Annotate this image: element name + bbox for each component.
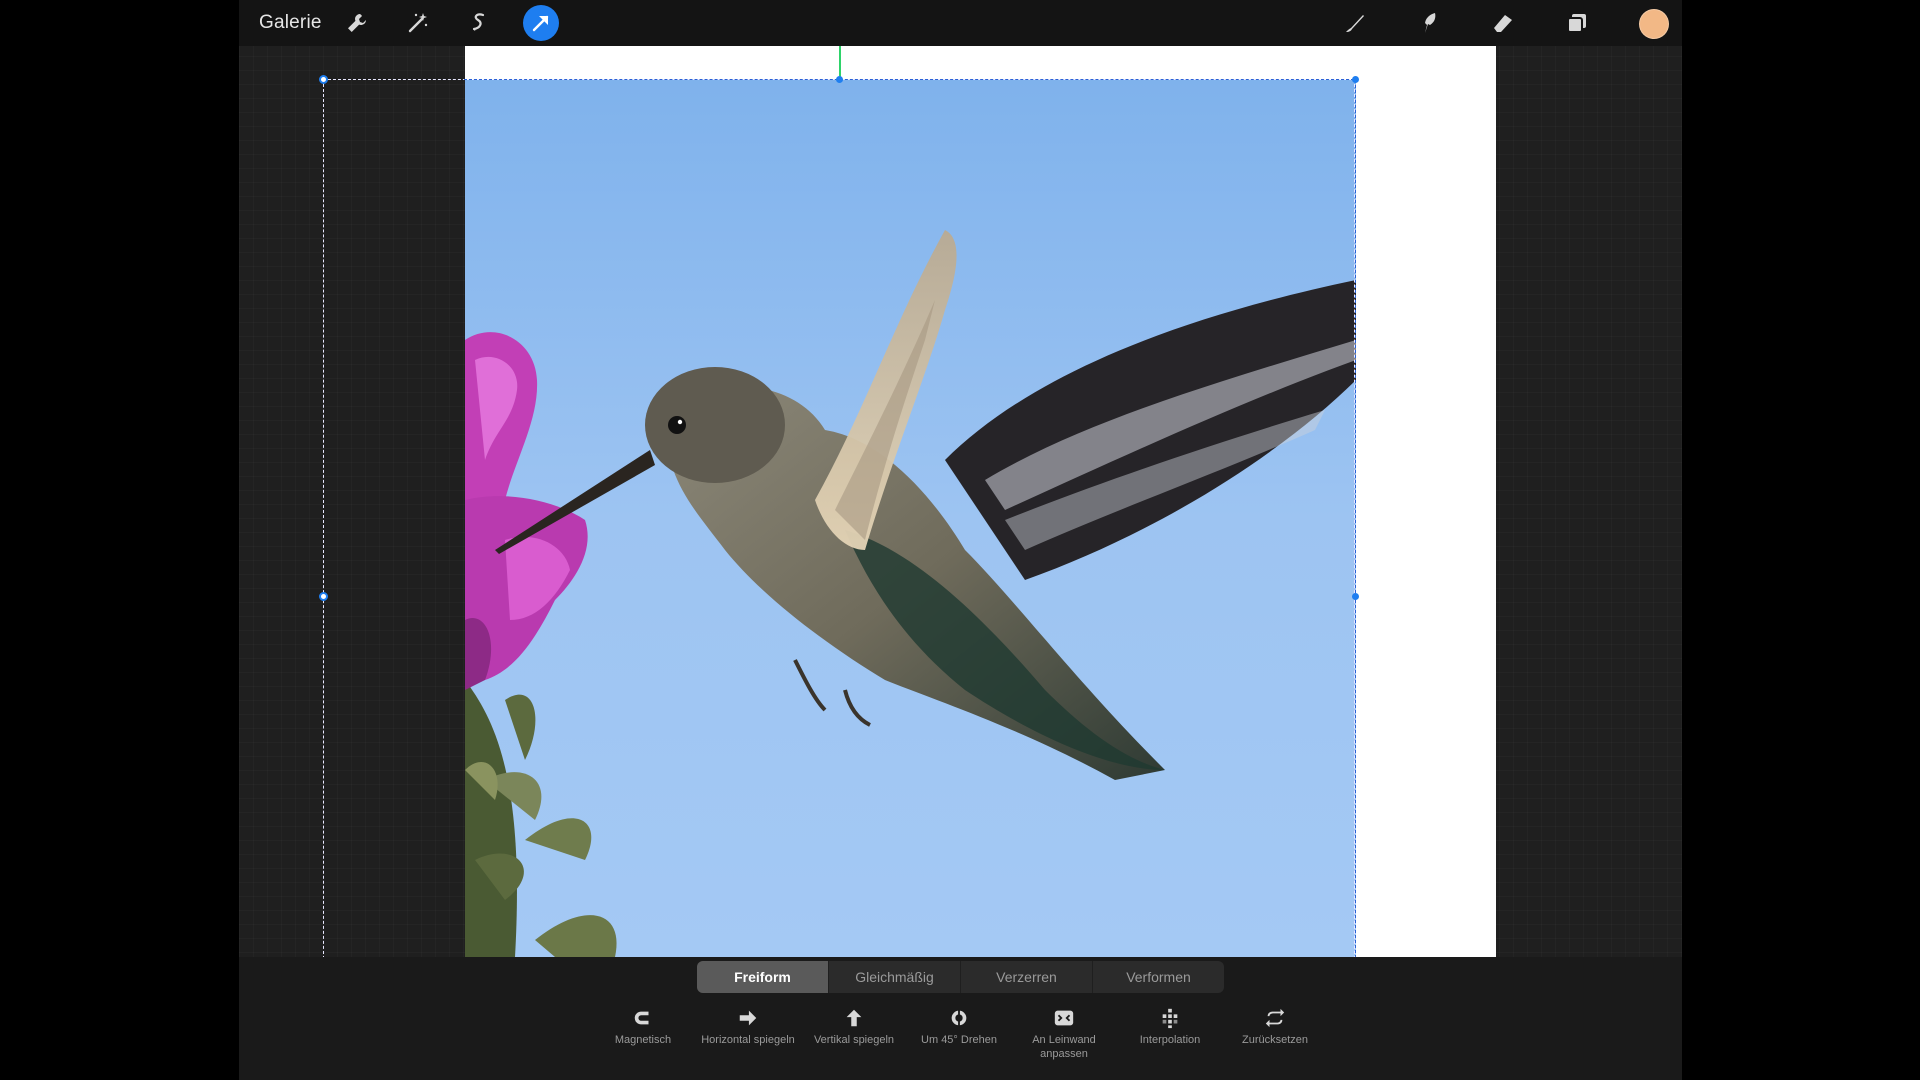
fit-to-canvas-icon (1012, 1005, 1116, 1031)
procreate-app: Galerie Freiform Gleichmäßig Verzerren V… (239, 0, 1682, 1080)
transform-toolbar: Freiform Gleichmäßig Verzerren Verformen… (239, 957, 1682, 1080)
eraser-icon[interactable] (1485, 5, 1521, 41)
action-label: Vertikal spiegeln (813, 1034, 895, 1046)
mode-verzerren[interactable]: Verzerren (961, 961, 1093, 993)
hummingbird-image[interactable] (465, 80, 1356, 957)
mode-freiform[interactable]: Freiform (697, 961, 829, 993)
an-leinwand-anpassen-button[interactable]: An Leinwand anpassen (1012, 1005, 1116, 1061)
handle-middle-right[interactable] (1352, 593, 1359, 600)
rotate-45-icon (907, 1005, 1011, 1031)
flip-horizontal-icon (696, 1005, 800, 1031)
interpolation-button[interactable]: Interpolation (1118, 1005, 1222, 1047)
vertikal-spiegeln-button[interactable]: Vertikal spiegeln (802, 1005, 906, 1047)
handle-top-center[interactable] (836, 76, 843, 83)
smudge-icon[interactable] (1411, 5, 1447, 41)
layers-icon[interactable] (1559, 5, 1595, 41)
reset-icon (1223, 1005, 1327, 1031)
brush-icon[interactable] (1337, 5, 1373, 41)
flip-vertical-icon (802, 1005, 906, 1031)
top-toolbar: Galerie (239, 0, 1682, 46)
action-label: An Leinwand anpassen (1032, 1034, 1096, 1060)
mode-verformen[interactable]: Verformen (1093, 961, 1224, 993)
transform-arrow-icon[interactable] (523, 5, 559, 41)
action-label: Um 45° Drehen (921, 1034, 997, 1046)
handle-middle-left[interactable] (319, 592, 328, 601)
magnet-icon (591, 1005, 695, 1031)
action-label: Interpolation (1139, 1034, 1201, 1046)
handle-top-right[interactable] (1352, 76, 1359, 83)
color-swatch[interactable] (1639, 9, 1669, 39)
gallery-button[interactable]: Galerie (259, 12, 322, 34)
magic-wand-icon[interactable] (400, 5, 436, 41)
drehen-45-button[interactable]: Um 45° Drehen (907, 1005, 1011, 1047)
selection-icon[interactable] (461, 5, 497, 41)
rotation-guide-line (839, 46, 841, 77)
action-label: Horizontal spiegeln (701, 1034, 795, 1046)
action-label: Zurücksetzen (1241, 1034, 1309, 1046)
mode-gleichmaessig[interactable]: Gleichmäßig (829, 961, 961, 993)
wrench-icon[interactable] (339, 5, 375, 41)
handle-top-left[interactable] (319, 75, 328, 84)
magnetisch-button[interactable]: Magnetisch (591, 1005, 695, 1047)
transform-mode-selector: Freiform Gleichmäßig Verzerren Verformen (697, 961, 1224, 993)
zuruecksetzen-button[interactable]: Zurücksetzen (1223, 1005, 1327, 1047)
action-label: Magnetisch (614, 1034, 672, 1046)
interpolation-icon (1118, 1005, 1222, 1031)
horizontal-spiegeln-button[interactable]: Horizontal spiegeln (696, 1005, 800, 1047)
